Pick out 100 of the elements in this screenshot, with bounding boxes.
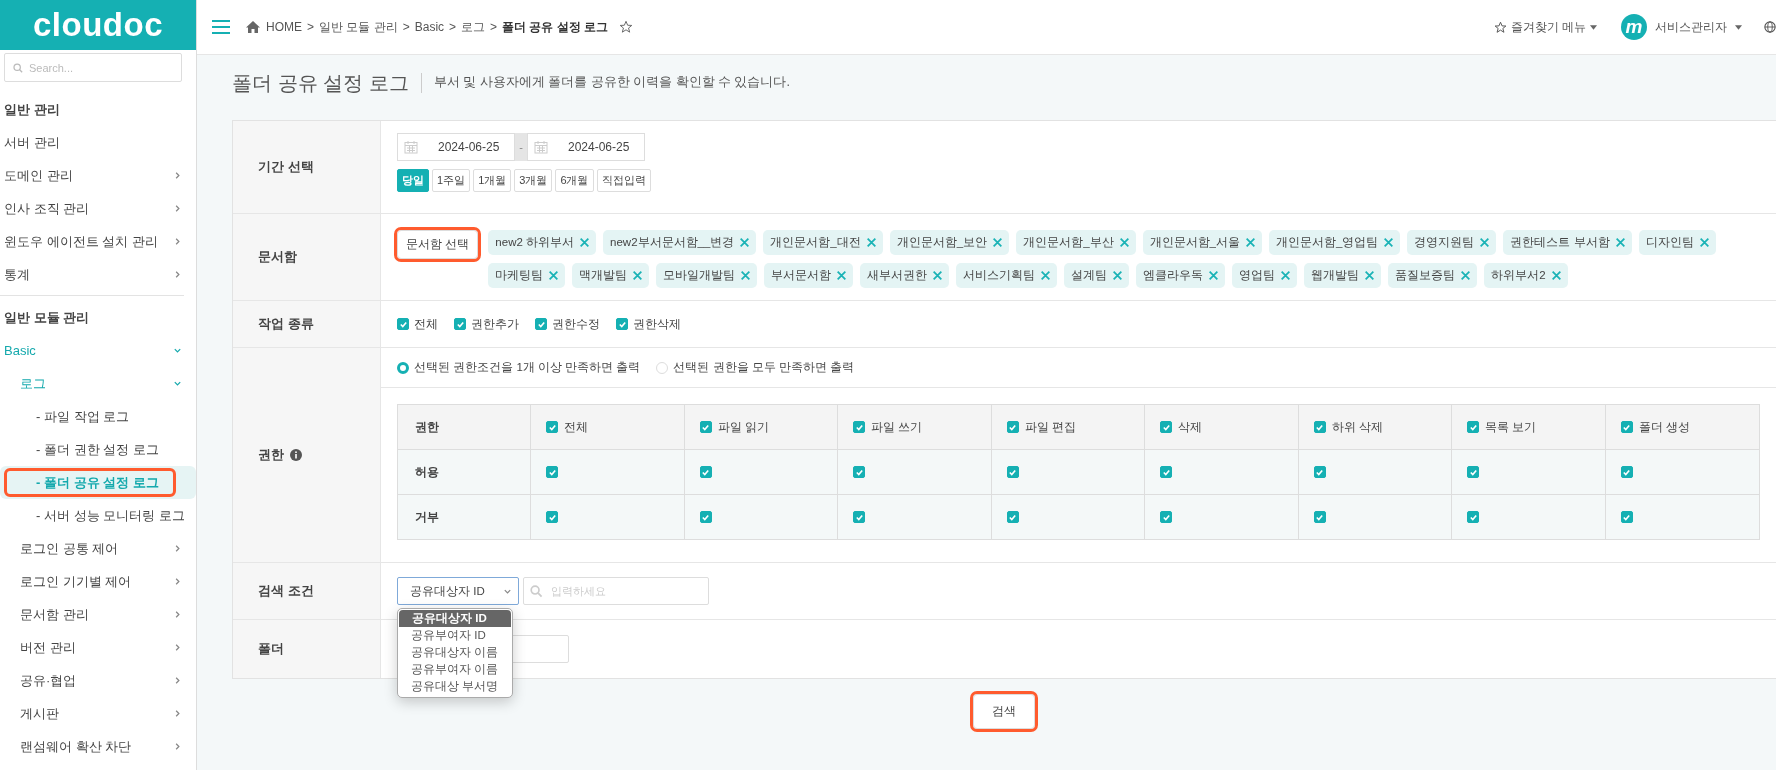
breadcrumb-link[interactable]: HOME xyxy=(266,20,302,34)
remove-icon[interactable] xyxy=(1244,237,1256,248)
star-icon[interactable] xyxy=(619,20,634,34)
remove-icon[interactable] xyxy=(1040,270,1052,281)
checkbox[interactable] xyxy=(1620,511,1633,523)
range-button[interactable]: 직접입력 xyxy=(596,169,651,192)
dropdown-option[interactable]: 공유대상자 ID xyxy=(399,610,511,627)
breadcrumb-link[interactable]: 로그 xyxy=(461,18,486,36)
remove-icon[interactable] xyxy=(992,237,1004,248)
checkbox[interactable] xyxy=(1467,421,1479,433)
checkbox[interactable] xyxy=(1006,421,1019,433)
checkbox[interactable] xyxy=(535,318,547,330)
sidebar-item[interactable]: 로그인 공통 제어 xyxy=(0,532,196,565)
checkbox[interactable] xyxy=(1313,511,1326,523)
remove-icon[interactable] xyxy=(865,237,877,248)
sidebar-item[interactable]: 버전 관리 xyxy=(0,631,196,664)
sidebar-item[interactable]: 서버 관리 xyxy=(0,126,196,159)
user-menu[interactable]: 서비스관리자 xyxy=(1655,18,1727,36)
table-header: 권한 xyxy=(398,405,531,450)
sidebar-item[interactable]: 통계 xyxy=(0,258,196,291)
search-button[interactable]: 검색 xyxy=(973,694,1035,729)
checkbox[interactable] xyxy=(1160,421,1172,433)
remove-icon[interactable] xyxy=(1479,237,1491,248)
dropdown[interactable]: 공유대상자 ID xyxy=(397,577,519,605)
sidebar-item[interactable]: 랜섬웨어 확산 차단 xyxy=(0,730,196,763)
remove-icon[interactable] xyxy=(1112,270,1124,281)
checkbox[interactable] xyxy=(546,511,558,523)
dropdown-option[interactable]: 공유대상 부서명 xyxy=(398,678,512,695)
checkbox[interactable] xyxy=(1006,511,1019,523)
radio-button[interactable] xyxy=(397,361,409,374)
checkbox[interactable] xyxy=(1160,466,1172,478)
remove-icon[interactable] xyxy=(548,270,560,281)
tag-label: 웹개발팀 xyxy=(1311,268,1360,283)
checkbox[interactable] xyxy=(853,511,865,523)
remove-icon[interactable] xyxy=(1614,237,1626,248)
breadcrumb-link[interactable]: Basic xyxy=(414,20,445,34)
checkbox[interactable] xyxy=(1313,421,1326,433)
sidebar-item[interactable]: 윈도우 에이전트 설치 관리 xyxy=(0,225,196,258)
sidebar-item[interactable]: 도메인 관리 xyxy=(0,159,196,192)
checkbox[interactable] xyxy=(853,421,865,433)
checkbox[interactable] xyxy=(546,421,558,433)
checkbox[interactable] xyxy=(546,466,558,478)
checkbox[interactable] xyxy=(1467,511,1479,523)
sidebar-item[interactable]: 게시판 xyxy=(0,697,196,730)
field-label: 검색 조건 xyxy=(233,563,381,619)
sidebar-item[interactable]: - 서버 성능 모니터링 로그 xyxy=(0,499,196,532)
sidebar-item[interactable]: 인사 조직 관리 xyxy=(0,192,196,225)
favorites-menu[interactable]: 즐겨찾기 메뉴 xyxy=(1493,18,1597,36)
sidebar-item[interactable]: 문서함 관리 xyxy=(0,598,196,631)
sidebar-item[interactable]: - 폴더 권한 설정 로그 xyxy=(0,433,196,466)
remove-icon[interactable] xyxy=(1383,237,1395,248)
checkbox[interactable] xyxy=(397,318,409,330)
range-button[interactable]: 1개월 xyxy=(473,169,512,192)
home-icon[interactable] xyxy=(245,20,261,34)
checkbox[interactable] xyxy=(616,318,628,330)
checkbox[interactable] xyxy=(699,421,712,433)
checkbox[interactable] xyxy=(1160,511,1172,523)
remove-icon[interactable] xyxy=(1698,237,1710,248)
breadcrumb-separator: > xyxy=(449,20,457,34)
remove-icon[interactable] xyxy=(1118,237,1130,248)
remove-icon[interactable] xyxy=(1208,270,1220,281)
checkbox[interactable] xyxy=(1006,466,1019,478)
remove-icon[interactable] xyxy=(1280,270,1292,281)
remove-icon[interactable] xyxy=(1460,270,1472,281)
start-date-field[interactable]: 2024-06-25 xyxy=(397,133,515,161)
range-button[interactable]: 1주일 xyxy=(432,169,471,192)
remove-icon[interactable] xyxy=(1364,270,1376,281)
tag-label: 새부서권한 xyxy=(867,268,928,283)
end-date-field[interactable]: 2024-06-25 xyxy=(527,133,645,161)
remove-icon[interactable] xyxy=(836,270,848,281)
sidebar-item[interactable]: - 파일 작업 로그 xyxy=(0,400,196,433)
tag-label: 서비스기획팀 xyxy=(963,268,1036,283)
checkbox[interactable] xyxy=(1467,466,1479,478)
checkbox[interactable] xyxy=(1620,421,1633,433)
dropdown-option[interactable]: 공유부여자 ID xyxy=(398,627,512,644)
checkbox[interactable] xyxy=(1620,466,1633,478)
globe-icon[interactable] xyxy=(1764,21,1776,33)
checkbox[interactable] xyxy=(853,466,865,478)
range-button[interactable]: 6개월 xyxy=(555,169,594,192)
remove-icon[interactable] xyxy=(1550,270,1562,281)
breadcrumb-link[interactable]: 폴더 공유 설정 로그 xyxy=(502,18,609,36)
checkbox[interactable] xyxy=(454,318,466,330)
sidebar-item[interactable]: 로그인 기기별 제어 xyxy=(0,565,196,598)
checkbox[interactable] xyxy=(699,511,712,523)
remove-icon[interactable] xyxy=(740,270,752,281)
info-icon[interactable] xyxy=(290,449,302,461)
menu-icon[interactable] xyxy=(211,19,231,35)
select-button[interactable]: 문서함 선택 xyxy=(397,230,479,259)
remove-icon[interactable] xyxy=(932,270,944,281)
remove-icon[interactable] xyxy=(579,237,591,248)
range-button[interactable]: 3개월 xyxy=(514,169,553,192)
chevron-icon xyxy=(173,204,182,213)
remove-icon[interactable] xyxy=(632,270,644,281)
dropdown-option[interactable]: 공유부여자 이름 xyxy=(398,661,512,678)
breadcrumb-link[interactable]: 일반 모듈 관리 xyxy=(319,18,398,36)
sidebar-item[interactable]: 공유·협업 xyxy=(0,664,196,697)
checkbox[interactable] xyxy=(1313,466,1326,478)
checkbox[interactable] xyxy=(699,466,712,478)
dropdown-option[interactable]: 공유대상자 이름 xyxy=(398,644,512,661)
remove-icon[interactable] xyxy=(739,237,751,248)
